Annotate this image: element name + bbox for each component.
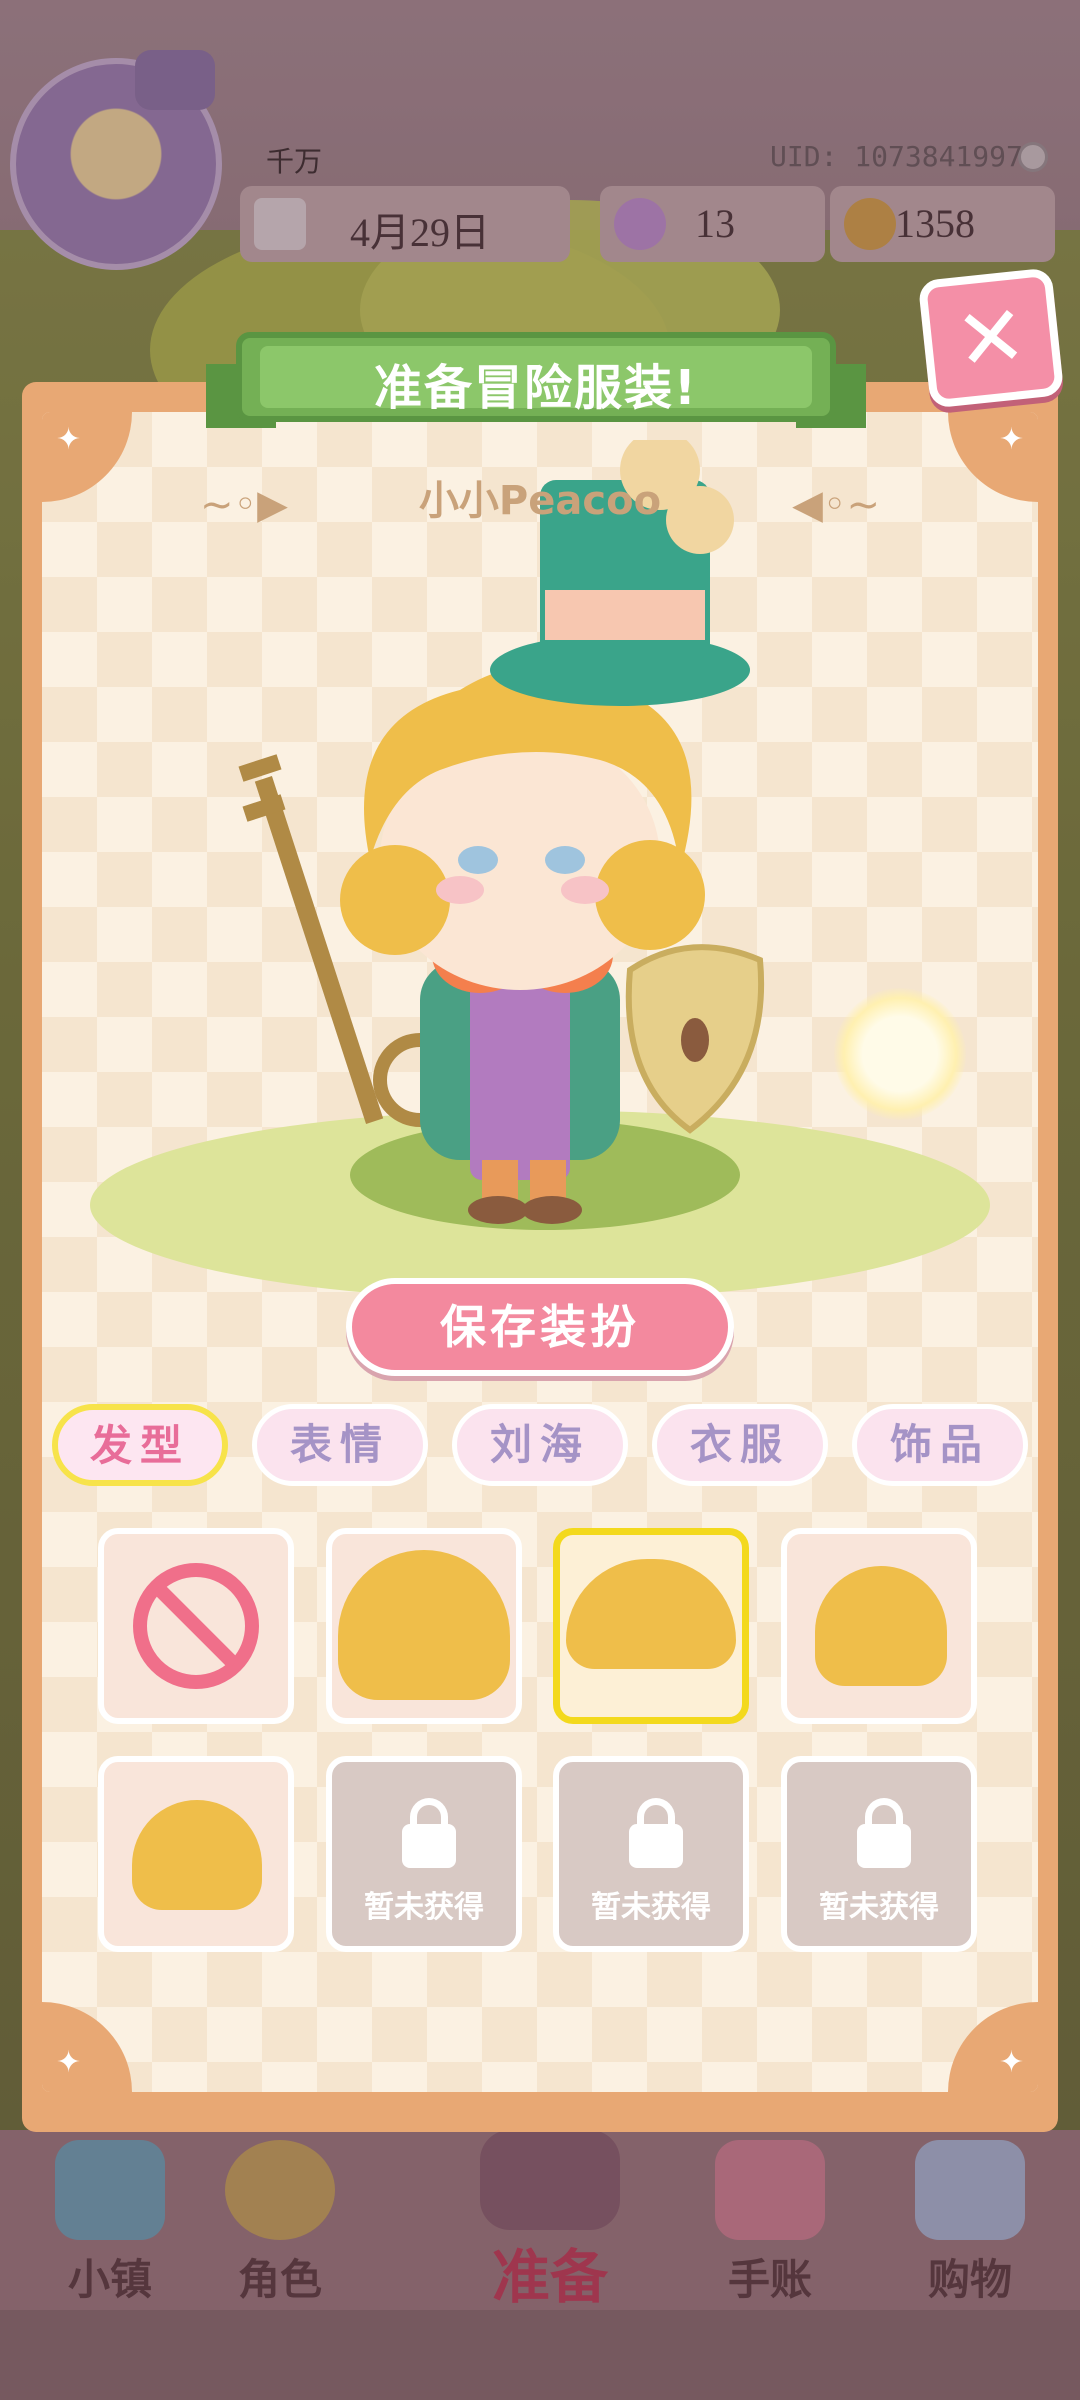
locked-label: 暂未获得 bbox=[591, 1890, 711, 1925]
tab-label: 衣服 bbox=[689, 1420, 790, 1469]
shield-icon bbox=[625, 944, 765, 1134]
title-banner: 准备冒险服装! bbox=[206, 312, 866, 432]
hair-round-icon bbox=[338, 1550, 510, 1700]
tab-bangs[interactable]: 刘海 bbox=[452, 1404, 628, 1486]
close-button[interactable]: ✕ bbox=[917, 267, 1065, 409]
hair-item[interactable] bbox=[781, 1528, 977, 1724]
corner-decoration bbox=[948, 412, 1038, 502]
lock-icon bbox=[629, 1824, 683, 1868]
no-hair-icon bbox=[133, 1563, 259, 1689]
hair-item-selected[interactable] bbox=[553, 1528, 749, 1724]
lock-icon bbox=[857, 1824, 911, 1868]
close-icon: ✕ bbox=[950, 285, 1032, 391]
hair-bob-icon bbox=[566, 1559, 736, 1669]
flourish-right-icon: ◀◦~ bbox=[792, 482, 880, 528]
hair-small-icon bbox=[132, 1800, 262, 1910]
sparkle-icon: ✦ bbox=[56, 2045, 82, 2080]
hair-item-none[interactable] bbox=[98, 1528, 294, 1724]
hair-item[interactable] bbox=[326, 1528, 522, 1724]
lock-icon bbox=[402, 1824, 456, 1868]
flourish-left-icon: ~◦▶ bbox=[200, 482, 288, 528]
tab-accessories[interactable]: 饰品 bbox=[852, 1404, 1028, 1486]
hair-item-locked[interactable]: 暂未获得 bbox=[326, 1756, 522, 1952]
sparkle-icon: ✦ bbox=[56, 422, 82, 457]
character-name: 小小Peacoo bbox=[418, 478, 662, 524]
sparkle-icon: ✦ bbox=[998, 2045, 1024, 2080]
corner-decoration bbox=[948, 2002, 1038, 2092]
hair-messy-icon bbox=[815, 1566, 947, 1686]
tab-label: 表情 bbox=[289, 1420, 390, 1469]
character-preview bbox=[238, 440, 765, 1224]
tab-label: 饰品 bbox=[889, 1420, 990, 1469]
glow-effect bbox=[834, 988, 966, 1120]
hair-item-locked[interactable]: 暂未获得 bbox=[553, 1756, 749, 1952]
hair-item[interactable] bbox=[98, 1756, 294, 1952]
save-outfit-label: 保存装扮 bbox=[440, 1300, 640, 1354]
tab-hairstyle[interactable]: 发型 bbox=[52, 1404, 228, 1486]
tab-label: 发型 bbox=[89, 1421, 190, 1470]
save-outfit-button[interactable]: 保存装扮 bbox=[346, 1278, 734, 1376]
locked-label: 暂未获得 bbox=[819, 1890, 939, 1925]
tab-expression[interactable]: 表情 bbox=[252, 1404, 428, 1486]
character-name-row: ~◦▶ 小小Peacoo ◀◦~ bbox=[200, 468, 880, 528]
sparkle-icon: ✦ bbox=[998, 422, 1024, 457]
tab-clothes[interactable]: 衣服 bbox=[652, 1404, 828, 1486]
locked-label: 暂未获得 bbox=[364, 1890, 484, 1925]
hair-item-locked[interactable]: 暂未获得 bbox=[781, 1756, 977, 1952]
dialog-title: 准备冒险服装! bbox=[374, 360, 698, 416]
vest bbox=[470, 970, 570, 1180]
tab-label: 刘海 bbox=[489, 1420, 590, 1469]
